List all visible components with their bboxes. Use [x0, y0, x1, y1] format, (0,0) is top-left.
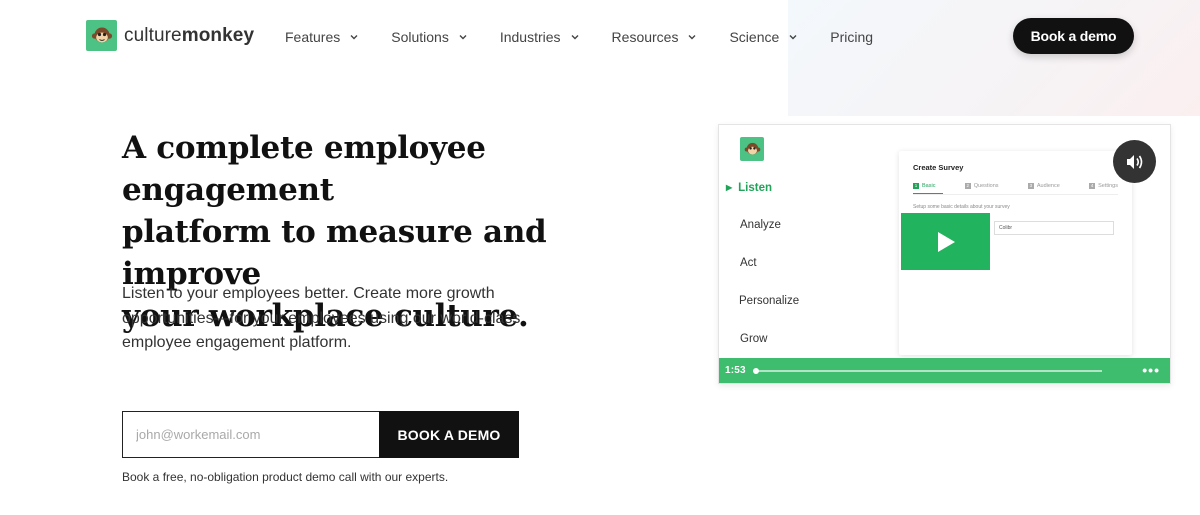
video-sidebar-item-personalize: Personalize [739, 295, 800, 307]
more-dots-icon[interactable]: ••• [1142, 363, 1160, 377]
product-video-player[interactable]: ▶ Listen Analyze Act Personalize Grow Cre… [718, 124, 1171, 384]
survey-tabs: 1 Basic 2 Questions 3 Audience 4 Settings [913, 183, 1118, 189]
survey-tab-audience: 3 Audience [1027, 183, 1060, 189]
brand-name-bold: monkey [181, 24, 255, 46]
book-demo-submit-button[interactable]: BOOK A DEMO [379, 411, 519, 458]
monkey-face-icon [86, 20, 117, 51]
work-email-input[interactable] [122, 411, 379, 458]
nav-item-features[interactable]: Features [285, 27, 359, 47]
speaker-icon [1126, 154, 1142, 169]
brand-name: culturemonkey [124, 25, 254, 47]
video-sidebar-label: Listen [738, 182, 773, 194]
subtext-line: employee engagement platform. [122, 334, 352, 351]
play-icon [937, 231, 955, 252]
nav-item-label: Pricing [830, 29, 874, 45]
play-triangle-icon: ▶ [726, 183, 733, 192]
survey-name-field: Colibr [994, 221, 1114, 235]
survey-tab-label: Basic [922, 183, 936, 189]
monkey-face-icon [740, 137, 764, 161]
survey-tab-questions: 2 Questions [964, 183, 999, 189]
survey-tab-basic: 1 Basic [913, 183, 935, 189]
video-sidebar-item-grow: Grow [740, 333, 768, 345]
video-sidebar-item-analyze: Analyze [740, 219, 781, 231]
survey-tab-label: Questions [973, 183, 999, 189]
chevron-down-icon [459, 35, 467, 40]
nav-item-label: Industries [499, 29, 561, 45]
survey-description: Setup some basic details about your surv… [913, 204, 1010, 210]
hero-background-gradient [788, 0, 1200, 116]
survey-tab-number: 3 [1027, 183, 1034, 189]
survey-title: Create Survey [913, 163, 964, 172]
video-current-time: 1:53 [725, 365, 746, 376]
survey-active-tab-underline [913, 193, 943, 194]
brand-logo[interactable]: culturemonkey [86, 20, 254, 51]
brand-name-light: culture [124, 24, 182, 46]
demo-note: Book a free, no-obligation product demo … [122, 470, 449, 484]
video-progress-knob[interactable] [753, 368, 759, 374]
nav-item-solutions[interactable]: Solutions [391, 27, 468, 47]
video-controls-bar: 1:53 ••• [719, 358, 1170, 383]
nav-item-resources[interactable]: Resources [612, 27, 698, 47]
nav-item-pricing[interactable]: Pricing [830, 27, 873, 47]
survey-tab-number: 1 [913, 183, 919, 189]
hero-subtext: Listen to your employees better. Create … [122, 282, 562, 356]
demo-signup-form: BOOK A DEMO [122, 411, 519, 458]
play-button[interactable] [901, 213, 990, 270]
nav-item-label: Features [285, 29, 341, 45]
survey-tab-divider [913, 194, 1118, 195]
headline-line: A complete employee engagement [122, 130, 486, 208]
nav-item-industries[interactable]: Industries [500, 27, 580, 47]
nav-item-label: Resources [611, 29, 679, 45]
video-progress-track[interactable] [753, 368, 1102, 374]
chevron-down-icon [571, 35, 579, 40]
survey-tab-number: 4 [1089, 183, 1096, 189]
chevron-down-icon [688, 35, 696, 40]
survey-tab-label: Settings [1098, 183, 1118, 189]
video-sidebar-item-act: Act [740, 257, 757, 269]
chevron-down-icon [789, 35, 797, 40]
survey-tab-settings: 4 Settings [1089, 183, 1118, 189]
nav-item-science[interactable]: Science [729, 27, 798, 47]
sound-toggle-button[interactable] [1113, 140, 1156, 183]
chevron-down-icon [350, 35, 358, 40]
survey-tab-label: Audience [1036, 183, 1060, 189]
subtext-line: opportunities—for your employees using o… [122, 309, 521, 327]
subtext-line: Listen to your employees better. Create … [122, 285, 495, 302]
survey-tab-number: 2 [964, 183, 971, 189]
nav-item-label: Science [729, 29, 780, 45]
nav-item-label: Solutions [391, 29, 449, 45]
book-demo-nav-button[interactable]: Book a demo [1013, 18, 1134, 54]
video-sidebar-item-listen: ▶ Listen [726, 182, 772, 194]
main-nav: Features Solutions Industries Resources … [285, 27, 873, 47]
